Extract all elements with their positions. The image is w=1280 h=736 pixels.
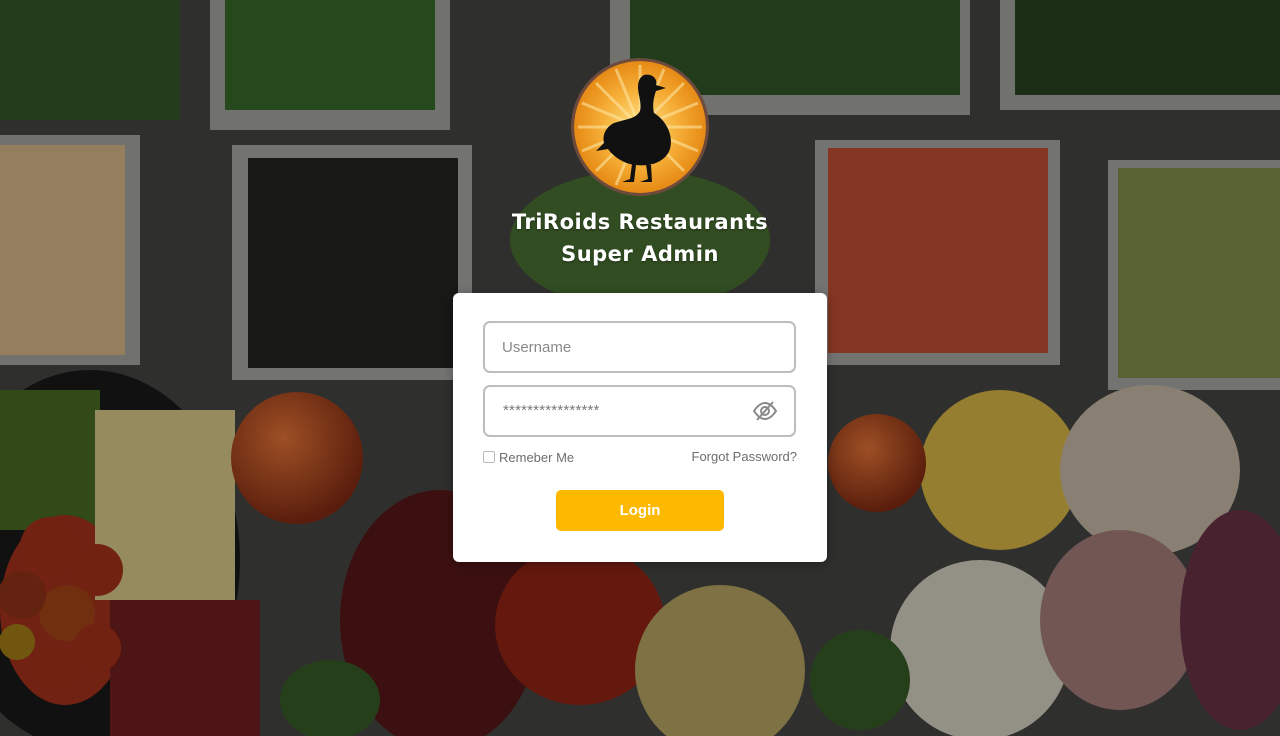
brand-logo xyxy=(571,58,709,196)
eye-slash-icon[interactable] xyxy=(752,400,778,422)
remember-me-label: Remeber Me xyxy=(499,449,575,465)
password-field: **************** xyxy=(483,385,796,437)
brand-role: Super Admin xyxy=(561,242,719,266)
login-button[interactable]: Login xyxy=(556,490,724,531)
brand-name: TriRoids Restaurants xyxy=(511,210,769,234)
remember-me-checkbox[interactable] xyxy=(483,451,495,463)
goose-sunburst-logo-icon xyxy=(574,61,706,193)
login-card: **************** Remeber Me Forgot Passw… xyxy=(453,293,827,562)
username-input[interactable] xyxy=(502,323,752,371)
username-field xyxy=(483,321,796,373)
remember-me[interactable]: Remeber Me xyxy=(483,449,574,465)
password-input[interactable]: **************** xyxy=(503,387,600,435)
forgot-password-link[interactable]: Forgot Password? xyxy=(692,449,798,465)
